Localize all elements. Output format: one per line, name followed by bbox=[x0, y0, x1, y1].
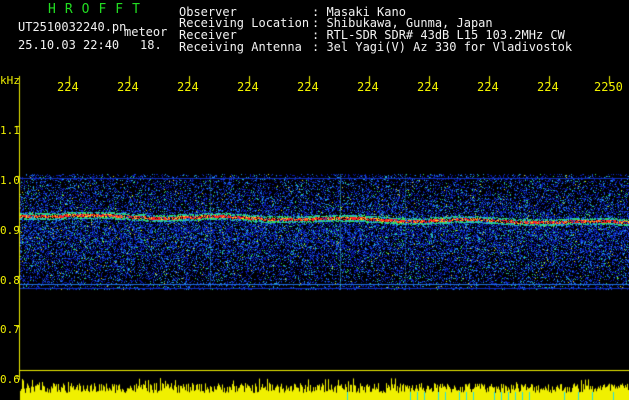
x-tick-3: 224 bbox=[177, 80, 199, 94]
count: 18. bbox=[140, 38, 162, 52]
x-tick-7: 224 bbox=[417, 80, 439, 94]
datetime: 25.10.03 22:40 bbox=[18, 38, 120, 52]
x-tick-2: 224 bbox=[117, 80, 139, 94]
station-name: HROFFT bbox=[48, 2, 149, 17]
spectrogram-canvas bbox=[0, 74, 629, 400]
y-tick-0-7: 0.7 bbox=[0, 323, 20, 336]
mode-label: meteor bbox=[124, 25, 168, 39]
x-tick-1: 224 bbox=[57, 80, 79, 94]
y-unit-label: kHz bbox=[0, 74, 20, 87]
y-tick-0-8: 0.8 bbox=[0, 274, 20, 287]
x-tick-5: 224 bbox=[297, 80, 319, 94]
x-tick-10: 2250 bbox=[594, 80, 623, 94]
y-tick-0-9: 0.9 bbox=[0, 224, 20, 237]
file-name: UT2510032240.pn bbox=[18, 20, 127, 34]
header-panel: HROFFT UT2510032240.pn meteor 25.10.03 2… bbox=[0, 0, 629, 74]
antenna-value: : 3el Yagi(V) Az 330 for Vladivostok bbox=[312, 40, 573, 54]
x-tick-8: 224 bbox=[477, 80, 499, 94]
x-tick-6: 224 bbox=[357, 80, 379, 94]
y-tick-0-6: 0.6 bbox=[0, 373, 20, 386]
y-tick-1-1: 1.1 bbox=[0, 124, 20, 137]
x-tick-9: 224 bbox=[537, 80, 559, 94]
x-tick-4: 224 bbox=[237, 80, 259, 94]
antenna-label: Receiving Antenna bbox=[179, 40, 302, 54]
y-tick-1-0: 1.0 bbox=[0, 174, 20, 187]
